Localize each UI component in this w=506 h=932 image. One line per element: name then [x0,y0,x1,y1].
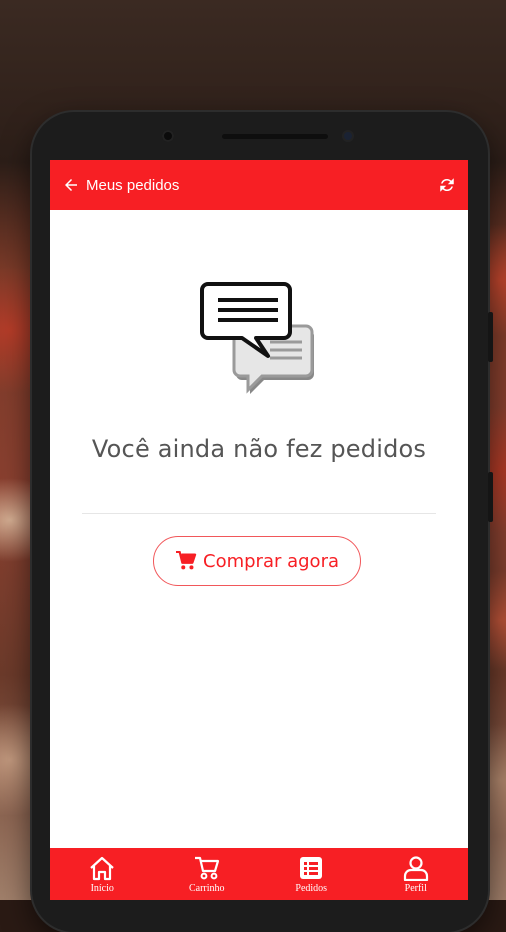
phone-speaker [222,134,328,139]
buy-now-button[interactable]: Comprar agora [153,536,361,586]
nav-item-profile[interactable]: Perfil [364,848,469,900]
list-icon [300,856,323,879]
arrow-left-icon[interactable] [62,176,80,194]
home-icon [90,856,114,880]
nav-label-orders: Pedidos [295,882,328,894]
user-icon [403,855,428,881]
phone-frame: Meus pedidos Você ainda não fez pedidos [32,112,493,932]
nav-item-orders[interactable]: Pedidos [259,848,364,900]
nav-label-profile: Perfil [404,882,427,894]
phone-camera [342,130,354,142]
buy-now-label: Comprar agora [203,550,339,572]
phone-side-button [488,312,493,362]
phone-side-button [488,472,493,522]
refresh-icon[interactable] [438,176,456,194]
cart-icon [194,856,219,879]
nav-label-home: Início [90,882,114,894]
divider [82,513,436,514]
empty-state-message: Você ainda não fez pedidos [91,435,427,463]
page-title: Meus pedidos [86,176,180,194]
cart-icon [176,551,197,570]
nav-label-cart: Carrinho [188,882,225,894]
nav-item-cart[interactable]: Carrinho [155,848,260,900]
nav-item-home[interactable]: Início [50,848,155,900]
app-screen: Meus pedidos Você ainda não fez pedidos [50,160,468,900]
chat-bubbles-icon [200,282,314,394]
bottom-navigation: Início Carrinho Pedidos Perfil [50,848,468,900]
phone-sensor [162,130,174,142]
app-bar: Meus pedidos [50,160,468,210]
